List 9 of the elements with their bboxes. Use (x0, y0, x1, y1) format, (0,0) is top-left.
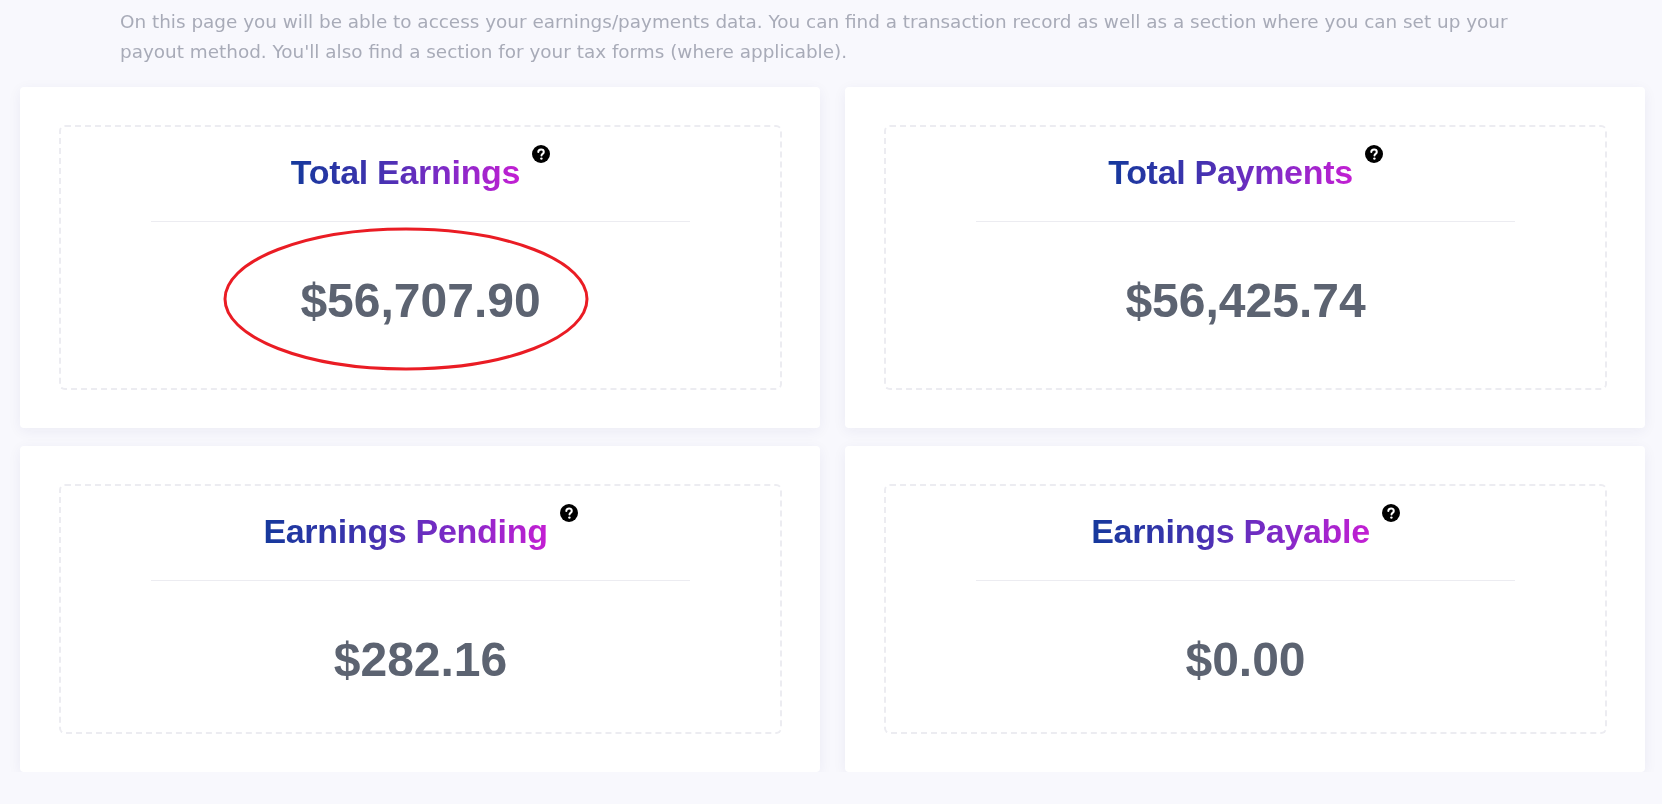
help-icon[interactable] (559, 504, 578, 522)
help-icon[interactable] (1381, 504, 1400, 522)
help-icon[interactable] (532, 145, 551, 163)
help-icon[interactable] (1364, 145, 1383, 163)
amount-value: $0.00 (1185, 632, 1306, 688)
intro-text: On this page you will be able to access your earnings/payments data. You can find a transaction record as well as a section where you can set up your payout method. You'll also find a section for your tax forms (where applicable). (120, 10, 1509, 64)
amount-value: $56,707.90 (300, 273, 541, 329)
amount-value: $56,425.74 (1125, 273, 1366, 329)
amount-value: $282.16 (333, 632, 508, 688)
